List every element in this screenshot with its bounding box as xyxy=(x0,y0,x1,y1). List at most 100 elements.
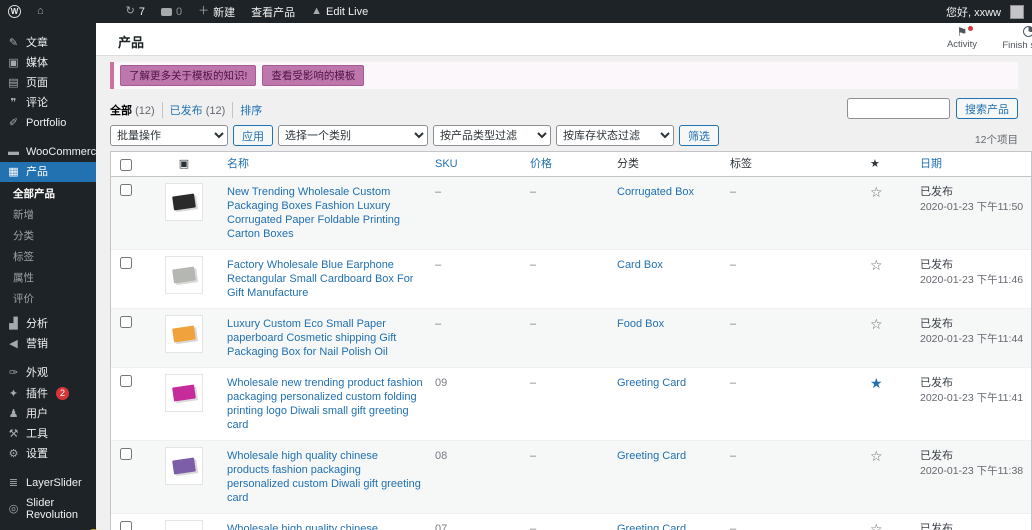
finish-setup-label: Finish setup xyxy=(1002,40,1032,51)
sidebar-item-wordfence[interactable]: ◈ Wordfence 3 xyxy=(0,525,96,530)
wordpress-logo[interactable]: W xyxy=(0,0,29,23)
edit-live-link[interactable]: ▲ Edit Live xyxy=(303,0,376,23)
view-product-link[interactable]: 查看产品 xyxy=(243,0,303,23)
sidebar-item-layerslider[interactable]: ≣ LayerSlider xyxy=(0,473,96,493)
publish-status: 已发布 xyxy=(920,185,1027,199)
featured-star[interactable]: ☆ xyxy=(870,184,883,200)
sidebar-item-posts[interactable]: ✎ 文章 xyxy=(0,33,96,53)
products-table: ▣ 名称 SKU 价格 分类 标签 ★ 日期 New Trending Whol… xyxy=(110,151,1032,530)
product-name-link[interactable]: Wholesale high quality chinese products … xyxy=(227,449,423,505)
view-all-link[interactable]: 全部 (12) xyxy=(110,102,163,118)
category-link[interactable]: Card Box xyxy=(617,259,663,271)
apply-button[interactable]: 应用 xyxy=(233,125,273,146)
category-column-header: 分类 xyxy=(613,152,726,176)
submenu-item-categories[interactable]: 分类 xyxy=(0,225,96,246)
product-thumbnail[interactable] xyxy=(145,309,223,361)
edit-live-label: Edit Live xyxy=(326,6,368,18)
sidebar-item-analytics[interactable]: ▟ 分析 xyxy=(0,314,96,334)
date-column-header[interactable]: 日期 xyxy=(916,152,1031,176)
row-checkbox[interactable] xyxy=(120,375,132,387)
category-link[interactable]: Food Box xyxy=(617,318,664,330)
submenu-item-all-products[interactable]: 全部产品 xyxy=(0,183,96,204)
plus-icon: ＋ xyxy=(198,6,209,17)
main-content: 产品 ⚑ Activity Finish setup 了解更多关于模板的知识! … xyxy=(96,23,1032,530)
tag-value: – xyxy=(726,309,866,339)
sidebar-item-settings[interactable]: ⚙ 设置 xyxy=(0,444,96,464)
sidebar-item-users[interactable]: ♟ 用户 xyxy=(0,404,96,424)
select-all-checkbox[interactable] xyxy=(120,159,132,171)
featured-star[interactable]: ☆ xyxy=(870,257,883,273)
submenu-item-reviews[interactable]: 评价 xyxy=(0,288,96,309)
sidebar-item-woocommerce[interactable]: ▬ WooCommerce xyxy=(0,142,96,162)
learn-more-templates-button[interactable]: 了解更多关于模板的知识! xyxy=(120,65,256,86)
page-title: 产品 xyxy=(118,32,144,51)
submenu-item-attributes[interactable]: 属性 xyxy=(0,267,96,288)
finish-setup-button[interactable]: Finish setup xyxy=(998,26,1032,51)
view-affected-templates-button[interactable]: 查看受影响的模板 xyxy=(262,65,364,86)
product-thumbnail[interactable] xyxy=(145,514,223,530)
product-thumbnail[interactable] xyxy=(145,441,223,493)
product-name-link[interactable]: New Trending Wholesale Custom Packaging … xyxy=(227,185,423,241)
view-published-link[interactable]: 已发布 (12) xyxy=(163,102,234,118)
row-checkbox[interactable] xyxy=(120,316,132,328)
sidebar-item-media[interactable]: ▣ 媒体 xyxy=(0,53,96,73)
activity-button[interactable]: ⚑ Activity xyxy=(932,26,992,50)
product-image xyxy=(165,520,203,530)
featured-star[interactable]: ★ xyxy=(870,375,883,391)
sidebar-item-pages[interactable]: ▤ 页面 xyxy=(0,73,96,93)
search-products-input[interactable] xyxy=(847,98,950,119)
sidebar-item-products[interactable]: ▦ 产品 xyxy=(0,162,96,182)
category-link[interactable]: Corrugated Box xyxy=(617,186,694,198)
updates-link[interactable]: ↻ 7 xyxy=(118,0,153,23)
sidebar-item-portfolio[interactable]: ✐ Portfolio xyxy=(0,113,96,133)
submenu-item-add-new[interactable]: 新增 xyxy=(0,204,96,225)
product-thumbnail[interactable] xyxy=(145,177,223,229)
product-type-filter-select[interactable]: 按产品类型过滤 xyxy=(433,125,551,146)
product-name-link[interactable]: Wholesale new trending product fashion p… xyxy=(227,376,423,432)
category-link[interactable]: Greeting Card xyxy=(617,377,686,389)
product-thumbnail[interactable] xyxy=(145,368,223,420)
product-name-link[interactable]: Luxury Custom Eco Small Paper paperboard… xyxy=(227,317,423,359)
filter-button[interactable]: 筛选 xyxy=(679,125,719,146)
product-thumbnail[interactable] xyxy=(145,250,223,302)
sidebar-item-plugins[interactable]: ✦ 插件 2 xyxy=(0,383,96,404)
category-link[interactable]: Greeting Card xyxy=(617,523,686,530)
sidebar-item-comments[interactable]: ❞ 评论 xyxy=(0,93,96,113)
category-filter-select[interactable]: 选择一个类别 xyxy=(278,125,428,146)
sidebar-item-marketing[interactable]: ◀ 营销 xyxy=(0,334,96,354)
category-link[interactable]: Greeting Card xyxy=(617,450,686,462)
woocommerce-icon: ▬ xyxy=(7,146,20,158)
sku-value: – xyxy=(431,309,526,339)
bulk-actions-select[interactable]: 批量操作 xyxy=(110,125,228,146)
gear-icon: ⚙ xyxy=(7,448,20,460)
row-checkbox[interactable] xyxy=(120,257,132,269)
sidebar-item-slider-revolution[interactable]: ◎ Slider Revolution xyxy=(0,493,96,525)
product-name-link[interactable]: Factory Wholesale Blue Earphone Rectangu… xyxy=(227,258,423,300)
search-products-button[interactable]: 搜索产品 xyxy=(956,98,1018,119)
admin-sidebar: ✎ 文章 ▣ 媒体 ▤ 页面 ❞ 评论 ✐ Portfolio ▬ WooCom… xyxy=(0,23,96,530)
featured-star[interactable]: ☆ xyxy=(870,448,883,464)
sidebar-item-tools[interactable]: ⚒ 工具 xyxy=(0,424,96,444)
new-content-link[interactable]: ＋ 新建 xyxy=(190,0,243,23)
sidebar-item-appearance[interactable]: ✑ 外观 xyxy=(0,363,96,383)
row-checkbox[interactable] xyxy=(120,448,132,460)
product-name-link[interactable]: Wholesale high quality chinese products … xyxy=(227,522,423,530)
row-checkbox[interactable] xyxy=(120,521,132,530)
account-menu[interactable]: 您好, xxww xyxy=(938,0,1032,23)
list-views: 全部 (12) 已发布 (12) 排序 xyxy=(110,98,269,118)
sku-value: 08 xyxy=(431,441,526,471)
name-column-header[interactable]: 名称 xyxy=(223,152,431,176)
featured-star[interactable]: ☆ xyxy=(870,521,883,530)
comments-icon: ❞ xyxy=(7,97,20,109)
row-checkbox[interactable] xyxy=(120,184,132,196)
comments-link[interactable]: 0 xyxy=(153,0,190,23)
stock-status-filter-select[interactable]: 按库存状态过滤 xyxy=(556,125,674,146)
submenu-item-tags[interactable]: 标签 xyxy=(0,246,96,267)
site-home-link[interactable]: ⌂ xyxy=(29,0,52,23)
layers-icon: ≣ xyxy=(7,477,20,489)
sku-column-header[interactable]: SKU xyxy=(431,152,526,176)
featured-star[interactable]: ☆ xyxy=(870,316,883,332)
view-sorting-link[interactable]: 排序 xyxy=(233,102,269,118)
brush-icon: ✑ xyxy=(7,367,20,379)
price-column-header[interactable]: 价格 xyxy=(526,152,613,176)
